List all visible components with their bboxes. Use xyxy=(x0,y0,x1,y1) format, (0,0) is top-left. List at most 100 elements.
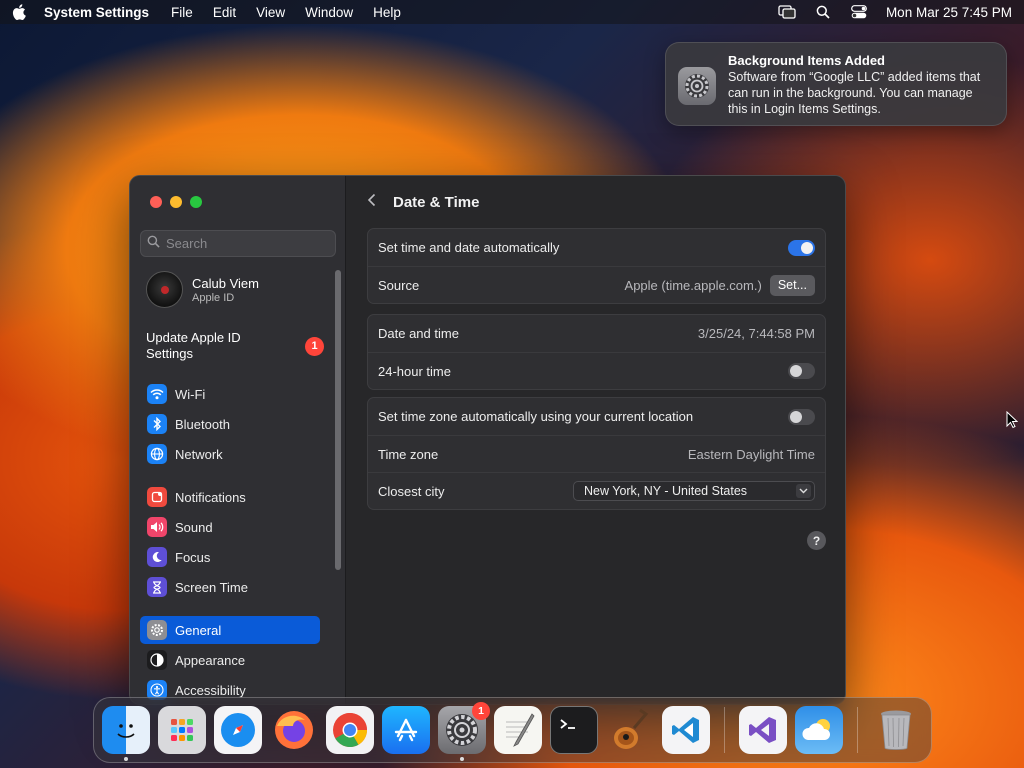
avatar xyxy=(146,271,183,308)
app-store-icon[interactable] xyxy=(382,706,430,754)
hourglass-icon xyxy=(147,577,167,597)
hour24-label: 24-hour time xyxy=(378,363,451,379)
sidebar-item-label: Accessibility xyxy=(175,682,246,698)
moon-icon xyxy=(147,547,167,567)
sidebar-item-label: Sound xyxy=(175,519,213,535)
sidebar-item-label: General xyxy=(175,622,222,638)
notification-body: Software from “Google LLC” added items t… xyxy=(728,70,981,116)
firefox-icon[interactable] xyxy=(270,706,318,754)
update-apple-id-settings[interactable]: Update Apple ID Settings 1 xyxy=(146,330,326,362)
garageband-icon[interactable] xyxy=(606,706,654,754)
chevron-down-icon xyxy=(796,484,811,498)
apple-id-account[interactable]: Calub Viem Apple ID xyxy=(146,271,259,308)
closest-city-label: Closest city xyxy=(378,483,445,499)
menu-bar: System Settings File Edit View Window He… xyxy=(0,0,1024,24)
sidebar-item-focus[interactable]: Focus xyxy=(140,543,320,571)
help-button[interactable]: ? xyxy=(807,531,826,550)
spotlight-search-icon[interactable] xyxy=(814,5,832,19)
date-time-group: Date and time 3/25/24, 7:44:58 PM 24-hou… xyxy=(367,314,826,390)
closest-city-row: Closest city New York, NY - United State… xyxy=(368,472,825,509)
dock-separator xyxy=(724,707,725,753)
finder-icon[interactable] xyxy=(102,706,150,761)
menu-edit[interactable]: Edit xyxy=(213,5,236,20)
sidebar-item-label: Notifications xyxy=(175,489,246,505)
dock-separator xyxy=(857,707,858,753)
sidebar-scrollbar[interactable] xyxy=(335,270,341,570)
sidebar-item-network[interactable]: Network xyxy=(140,440,320,468)
menubar-clock[interactable]: Mon Mar 25 7:45 PM xyxy=(886,5,1012,20)
vscode-icon[interactable] xyxy=(662,706,710,754)
sidebar-item-sound[interactable]: Sound xyxy=(140,513,320,541)
timezone-group: Set time zone automatically using your c… xyxy=(367,397,826,510)
visual-studio-icon[interactable] xyxy=(739,706,787,754)
dock-badge: 1 xyxy=(472,702,490,720)
globe-icon xyxy=(147,444,167,464)
weather-icon[interactable] xyxy=(795,706,843,754)
notification-background-items[interactable]: Background Items Added Software from “Go… xyxy=(665,42,1007,126)
menu-file[interactable]: File xyxy=(171,5,193,20)
sidebar-item-label: Wi-Fi xyxy=(175,386,206,402)
sidebar-item-bluetooth[interactable]: Bluetooth xyxy=(140,410,320,438)
screen-mirroring-icon[interactable] xyxy=(778,5,796,19)
bell-icon xyxy=(147,487,167,507)
hour24-toggle[interactable] xyxy=(788,363,815,379)
bluetooth-icon xyxy=(147,414,167,434)
hour24-row: 24-hour time xyxy=(368,352,825,389)
wifi-icon xyxy=(147,384,167,404)
source-value: Apple (time.apple.com.) xyxy=(624,277,762,293)
control-center-icon[interactable] xyxy=(850,5,868,19)
speaker-icon xyxy=(147,517,167,537)
update-label: Update Apple ID Settings xyxy=(146,330,241,361)
mouse-pointer-icon xyxy=(1006,410,1019,434)
system-settings-window: Calub Viem Apple ID Update Apple ID Sett… xyxy=(129,175,846,705)
menu-help[interactable]: Help xyxy=(373,5,401,20)
close-window-button[interactable] xyxy=(150,196,162,208)
sidebar: Calub Viem Apple ID Update Apple ID Sett… xyxy=(130,176,346,704)
chrome-icon[interactable] xyxy=(326,706,374,754)
sidebar-item-wifi[interactable]: Wi-Fi xyxy=(140,380,320,408)
menu-window[interactable]: Window xyxy=(305,5,353,20)
closest-city-select[interactable]: New York, NY - United States xyxy=(573,481,815,501)
sidebar-item-appearance[interactable]: Appearance xyxy=(140,646,320,674)
auto-timezone-toggle[interactable] xyxy=(788,408,815,425)
back-chevron-icon[interactable] xyxy=(367,193,377,212)
launchpad-icon[interactable] xyxy=(158,706,206,754)
date-time-value[interactable]: 3/25/24, 7:44:58 PM xyxy=(698,326,815,341)
search-icon xyxy=(147,235,160,253)
page-header: Date & Time xyxy=(367,193,479,212)
account-name: Calub Viem xyxy=(192,275,259,291)
set-source-button[interactable]: Set... xyxy=(769,274,815,296)
sidebar-item-label: Focus xyxy=(175,549,211,565)
auto-time-toggle[interactable] xyxy=(788,239,815,256)
sidebar-item-general[interactable]: General xyxy=(140,616,320,644)
safari-icon[interactable] xyxy=(214,706,262,754)
search-input[interactable] xyxy=(166,236,326,251)
minimize-window-button[interactable] xyxy=(170,196,182,208)
sidebar-item-screen-time[interactable]: Screen Time xyxy=(140,573,320,601)
sidebar-search[interactable] xyxy=(140,230,336,257)
app-menu-system-settings[interactable]: System Settings xyxy=(44,5,149,20)
auto-time-group: Set time and date automatically Source A… xyxy=(367,228,826,304)
auto-timezone-label: Set time zone automatically using your c… xyxy=(378,409,694,424)
textedit-icon[interactable] xyxy=(494,706,542,754)
notification-title: Background Items Added xyxy=(728,53,885,68)
main-pane: Date & Time Set time and date automatica… xyxy=(347,176,845,704)
sidebar-item-label: Appearance xyxy=(175,652,246,668)
sidebar-item-notifications[interactable]: Notifications xyxy=(140,483,320,511)
sidebar-item-label: Network xyxy=(175,446,223,462)
zoom-window-button[interactable] xyxy=(190,196,202,208)
terminal-icon[interactable] xyxy=(550,706,598,754)
apple-icon[interactable] xyxy=(12,4,26,20)
appearance-icon xyxy=(147,650,167,670)
system-settings-dock-icon[interactable]: 1 xyxy=(438,702,490,761)
date-time-row: Date and time 3/25/24, 7:44:58 PM xyxy=(368,315,825,352)
auto-time-row: Set time and date automatically xyxy=(368,229,825,266)
system-settings-gear-icon xyxy=(678,67,716,105)
time-zone-value: Eastern Daylight Time xyxy=(687,446,815,462)
trash-icon[interactable] xyxy=(872,706,920,754)
window-controls xyxy=(150,196,202,208)
time-zone-row: Time zone Eastern Daylight Time xyxy=(368,435,825,472)
dock: 1 xyxy=(93,697,932,763)
menu-view[interactable]: View xyxy=(256,5,285,20)
source-label: Source xyxy=(378,277,420,293)
